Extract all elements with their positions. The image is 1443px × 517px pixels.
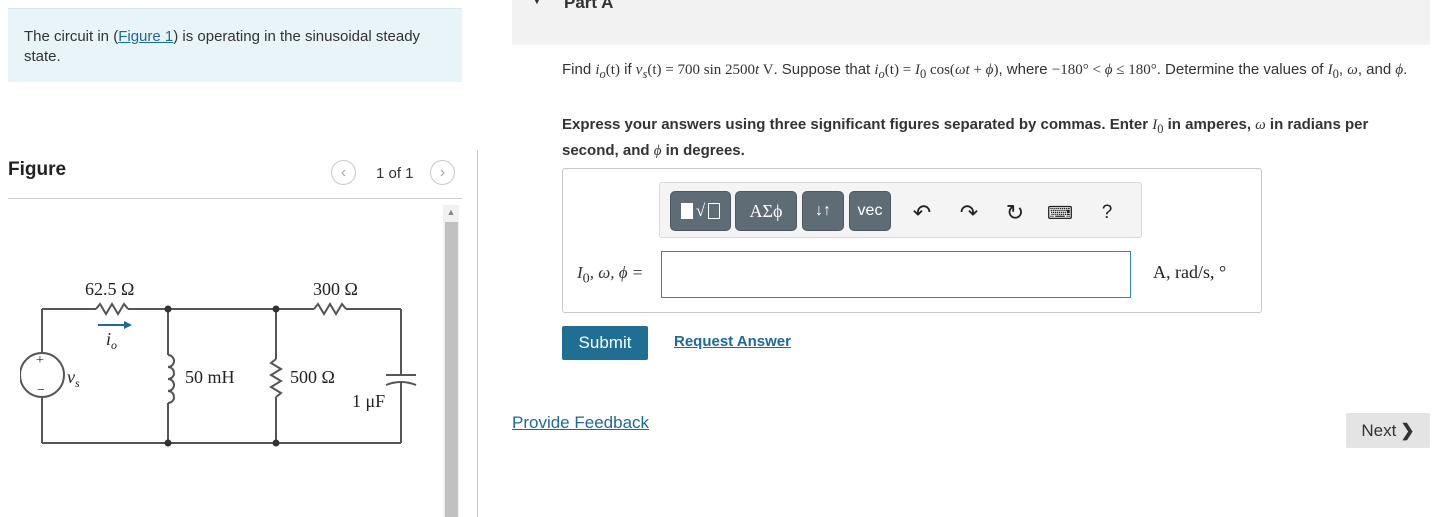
source-minus: −: [37, 383, 45, 398]
answer-units: A, rad/s, °: [1153, 262, 1227, 282]
figure-link[interactable]: Figure 1: [118, 28, 173, 45]
previous-figure-button[interactable]: ‹: [331, 160, 356, 185]
collapse-caret-icon[interactable]: ▼: [530, 0, 544, 7]
label-62-5-ohm: 62.5 Ω: [85, 279, 134, 299]
undo-icon[interactable]: ↶: [909, 199, 935, 227]
label-300-ohm: 300 Ω: [313, 279, 358, 299]
intro-text: The circuit in (Figure 1) is operating i…: [24, 27, 424, 67]
resistor-500-symbol: [269, 358, 283, 398]
chevron-left-icon: ‹: [340, 163, 347, 181]
resistor-300-symbol: [313, 302, 347, 316]
part-title: Part A: [564, 0, 614, 12]
redo-icon[interactable]: ↷: [956, 199, 982, 227]
submit-button[interactable]: Submit: [562, 326, 648, 360]
chevron-right-icon: ›: [439, 163, 446, 181]
current-label: io: [106, 329, 117, 352]
label-500-ohm: 500 Ω: [290, 367, 335, 387]
figure-pager-text: 1 of 1: [376, 165, 414, 182]
scroll-up-arrow-icon[interactable]: ▲: [444, 205, 458, 219]
next-figure-button[interactable]: ›: [430, 160, 455, 185]
label-inductor: 50 mH: [185, 367, 235, 387]
answer-input[interactable]: [661, 251, 1131, 298]
vector-button[interactable]: vec: [849, 191, 891, 231]
provide-feedback-link[interactable]: Provide Feedback: [512, 413, 649, 433]
panel-divider: [477, 150, 478, 517]
question-text: Find io(t) if vs(t) = 700 sin 2500t V. S…: [562, 61, 1408, 81]
fraction-sqrt-template-icon: √: [680, 201, 721, 221]
next-button[interactable]: Next ❯: [1346, 413, 1430, 448]
source-plus: +: [36, 353, 44, 368]
chevron-right-icon: ❯: [1400, 420, 1415, 440]
keyboard-icon[interactable]: ⌨: [1047, 199, 1073, 227]
circuit-diagram: 62.5 Ω 300 Ω 50 mH 500 Ω 1 μF + − vs io: [20, 279, 417, 447]
subscript-superscript-button[interactable]: ↓↑: [802, 191, 844, 231]
figure-heading: Figure: [8, 159, 67, 180]
next-label: Next: [1361, 420, 1397, 440]
inductor-symbol: [167, 354, 175, 404]
resistor-62-5-symbol: [95, 302, 129, 316]
answer-instructions: Express your answers using three signifi…: [562, 116, 1369, 159]
templates-button[interactable]: √: [670, 191, 731, 231]
figure-scrollbar-thumb[interactable]: [445, 222, 458, 517]
source-label: vs: [67, 367, 80, 390]
reset-icon[interactable]: ↻: [1002, 199, 1028, 227]
part-header-bar[interactable]: [512, 0, 1430, 45]
figure-divider: [8, 198, 462, 199]
intro-text-before: The circuit in (: [24, 28, 119, 45]
help-button[interactable]: ?: [1094, 199, 1120, 227]
request-answer-link[interactable]: Request Answer: [674, 333, 791, 350]
greek-symbols-button[interactable]: ΑΣϕ: [735, 191, 797, 231]
answer-label: I0, ω, ϕ =: [577, 263, 644, 287]
label-capacitor: 1 μF: [352, 391, 385, 411]
